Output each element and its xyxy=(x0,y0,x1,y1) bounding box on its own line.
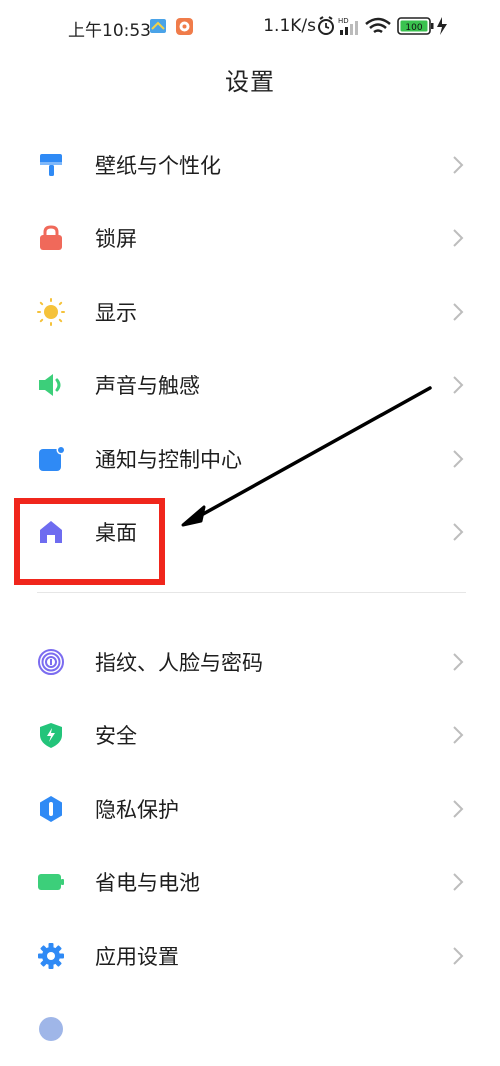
settings-item-label: 锁屏 xyxy=(95,223,137,253)
gear-icon xyxy=(37,942,65,970)
battery-level: 100 xyxy=(405,23,422,33)
settings-item-lockscreen[interactable]: 锁屏 xyxy=(0,202,500,276)
settings-item-display[interactable]: 显示 xyxy=(0,275,500,349)
sun-icon xyxy=(37,298,65,326)
chevron-right-icon xyxy=(452,522,464,542)
settings-item-label: 显示 xyxy=(95,297,137,327)
lock-icon xyxy=(37,224,65,252)
settings-item-label: 安全 xyxy=(95,720,137,750)
settings-item-label: 声音与触感 xyxy=(95,370,200,400)
settings-item-security[interactable]: 安全 xyxy=(0,699,500,773)
clock-app-icon xyxy=(176,18,193,35)
notification-icon xyxy=(37,445,65,473)
speaker-icon xyxy=(37,371,65,399)
section-divider xyxy=(37,592,466,593)
wifi-icon xyxy=(366,19,390,32)
app-notification-icon xyxy=(150,19,166,33)
highlight-box xyxy=(14,498,165,585)
status-bar: 上午10:53 1.1K/s HD xyxy=(0,0,500,52)
settings-item-privacy[interactable]: 隐私保护 xyxy=(0,772,500,846)
status-app-icons xyxy=(148,15,200,41)
chevron-right-icon xyxy=(452,155,464,175)
fingerprint-icon xyxy=(37,648,65,676)
settings-item-label: 省电与电池 xyxy=(95,867,200,897)
signal-icon: HD xyxy=(338,17,358,35)
settings-item-notifications[interactable]: 通知与控制中心 xyxy=(0,422,500,496)
settings-item-label: 通知与控制中心 xyxy=(95,444,242,474)
settings-item-wallpaper[interactable]: 壁纸与个性化 xyxy=(0,128,500,202)
chevron-right-icon xyxy=(452,375,464,395)
chevron-right-icon xyxy=(452,799,464,819)
settings-list: 壁纸与个性化 锁屏 xyxy=(0,128,500,1066)
chevron-right-icon xyxy=(452,872,464,892)
settings-item-battery[interactable]: 省电与电池 xyxy=(0,846,500,920)
settings-item-fingerprint[interactable]: 指纹、人脸与密码 xyxy=(0,625,500,699)
chevron-right-icon xyxy=(452,946,464,966)
settings-item-partial[interactable] xyxy=(0,993,500,1066)
page-title: 设置 xyxy=(0,62,500,97)
alarm-icon xyxy=(319,17,333,34)
settings-item-label: 应用设置 xyxy=(95,941,179,971)
network-speed: 1.1K/s xyxy=(263,16,316,36)
chevron-right-icon xyxy=(452,449,464,469)
partial-item-icon xyxy=(37,1015,65,1043)
svg-text:HD: HD xyxy=(338,17,349,25)
settings-item-label: 壁纸与个性化 xyxy=(95,150,221,180)
status-time: 上午10:53 xyxy=(68,16,151,41)
settings-item-apps[interactable]: 应用设置 xyxy=(0,919,500,993)
battery-icon: 100 xyxy=(398,18,434,34)
chevron-right-icon xyxy=(452,652,464,672)
settings-item-label: 指纹、人脸与密码 xyxy=(95,647,263,677)
privacy-icon xyxy=(37,795,65,823)
chevron-right-icon xyxy=(452,228,464,248)
charging-icon xyxy=(437,17,447,35)
settings-item-sound[interactable]: 声音与触感 xyxy=(0,349,500,423)
battery-icon xyxy=(37,868,65,896)
shield-icon xyxy=(37,721,65,749)
chevron-right-icon xyxy=(452,302,464,322)
chevron-right-icon xyxy=(452,725,464,745)
paint-roller-icon xyxy=(37,151,65,179)
settings-item-label: 隐私保护 xyxy=(95,794,179,824)
